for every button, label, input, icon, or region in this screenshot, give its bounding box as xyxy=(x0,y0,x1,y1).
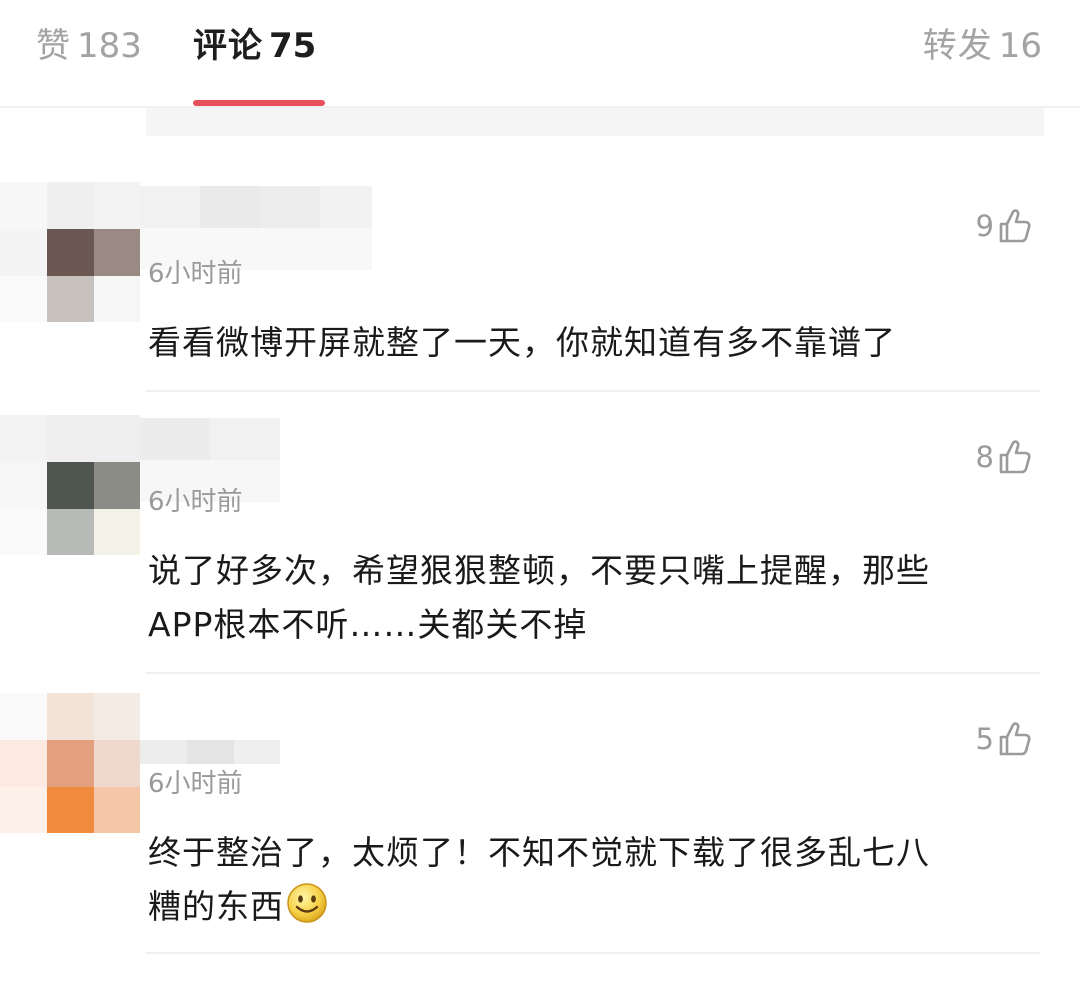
tab-reposts-label: 转发 xyxy=(922,26,993,66)
comment-text: 终于整治了，太烦了！不知不觉就下载了很多乱七八 糟的东西 xyxy=(148,826,1048,940)
like-count: 5 xyxy=(975,722,994,756)
avatar[interactable] xyxy=(0,415,140,555)
comment-divider xyxy=(146,672,1040,674)
like-button[interactable]: 5 xyxy=(976,719,1032,759)
tab-likes-label: 赞 xyxy=(36,26,71,66)
tab-reposts-count: 16 xyxy=(998,26,1042,66)
comment-text: 说了好多次，希望狠狠整顿，不要只嘴上提醒，那些 APP根本不听……关都关不掉 xyxy=(148,544,1048,652)
tab-comments[interactable]: 评论 75 xyxy=(193,22,316,70)
comment-text-line: 看看微博开屏就整了一天，你就知道有多不靠谱了 xyxy=(148,323,896,362)
tab-bar: 赞 183 评论 75 转发 16 xyxy=(0,0,1080,108)
comment-divider xyxy=(146,952,1040,954)
like-button[interactable]: 9 xyxy=(976,206,1032,246)
like-count: 9 xyxy=(975,209,994,243)
comment-page: 赞 183 评论 75 转发 16 6小时前 9 看看微博开屏就整了一天，你就知… xyxy=(0,0,1080,984)
comment-text-line: 说了好多次，希望狠狠整顿，不要只嘴上提醒，那些 xyxy=(148,551,930,590)
thumbs-up-icon xyxy=(998,208,1032,244)
tab-reposts[interactable]: 转发 16 xyxy=(923,22,1042,70)
comment-time: 6小时前 xyxy=(148,259,243,289)
comment-text-line-with-emoji: 糟的东西 xyxy=(148,880,1048,940)
comment-time: 6小时前 xyxy=(148,487,243,517)
comment-time: 6小时前 xyxy=(148,769,243,799)
tab-likes[interactable]: 赞 183 xyxy=(36,22,142,70)
comment-text-line: APP根本不听……关都关不掉 xyxy=(148,605,588,644)
thumbs-up-icon xyxy=(998,439,1032,475)
comment-text-line: 终于整治了，太烦了！不知不觉就下载了很多乱七八 xyxy=(148,833,930,872)
top-placeholder-strip xyxy=(146,108,1044,136)
comment-text: 看看微博开屏就整了一天，你就知道有多不靠谱了 xyxy=(148,316,1048,370)
avatar[interactable] xyxy=(0,693,140,833)
comment-text-line: 糟的东西 xyxy=(148,887,284,926)
smile-emoji xyxy=(286,882,328,940)
thumbs-up-icon xyxy=(998,721,1032,757)
tab-comments-label: 评论 xyxy=(193,26,263,66)
like-count: 8 xyxy=(975,440,994,474)
avatar[interactable] xyxy=(0,182,140,322)
tab-likes-count: 183 xyxy=(77,26,142,66)
comment-divider xyxy=(146,390,1040,392)
tab-comments-count: 75 xyxy=(269,26,317,66)
like-button[interactable]: 8 xyxy=(976,437,1032,477)
